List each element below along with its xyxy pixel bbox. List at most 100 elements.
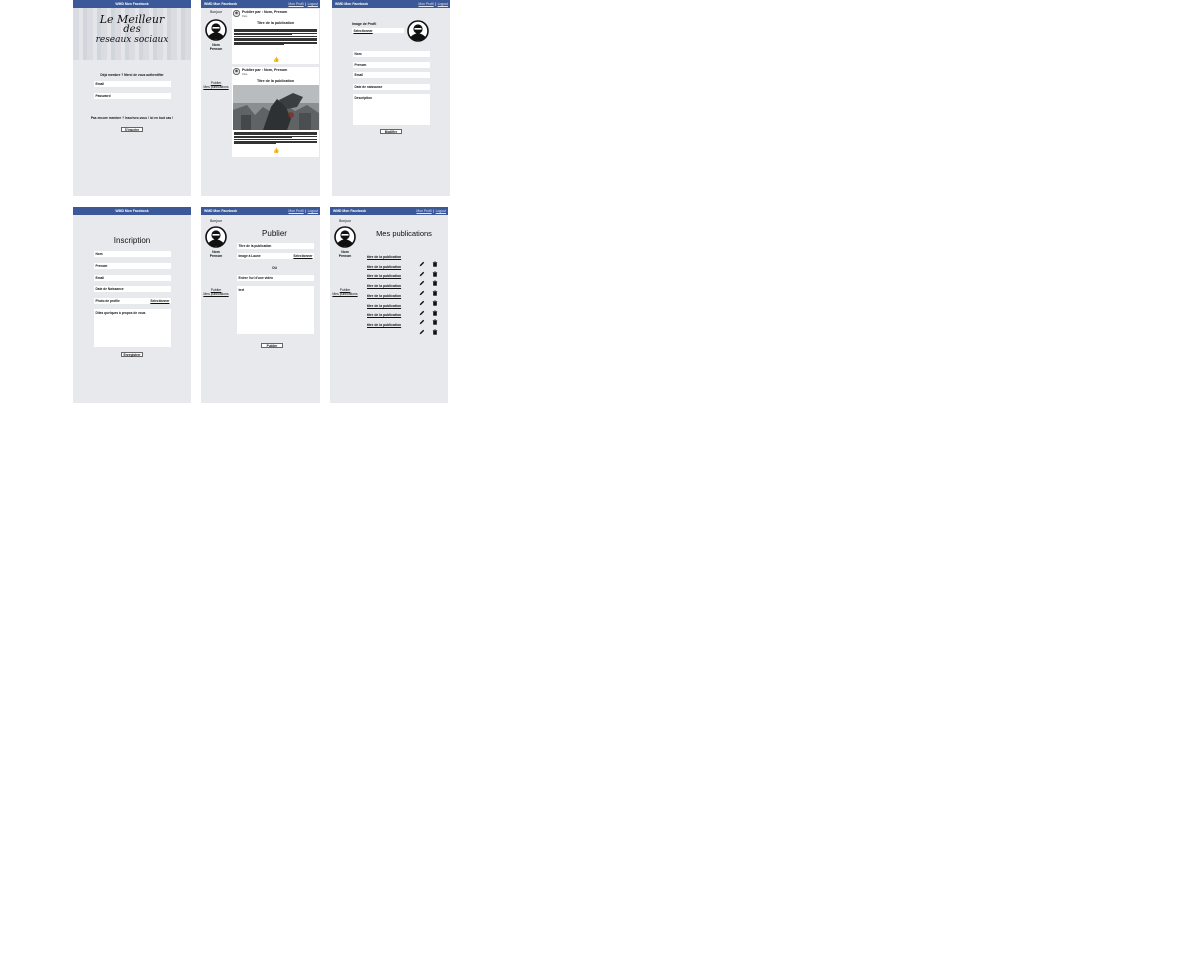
- logo-line-2: des: [123, 24, 141, 35]
- author-avatar-icon: [233, 68, 240, 75]
- like-button[interactable]: 👍: [273, 148, 279, 154]
- surname-label: Prenom: [209, 254, 223, 258]
- edit-button[interactable]: [419, 303, 425, 315]
- publication-item[interactable]: titre de la publication: [367, 284, 401, 288]
- app-brand[interactable]: WMD Mon Facebook: [335, 0, 368, 8]
- edit-button[interactable]: [419, 273, 425, 286]
- avatar-icon: [205, 226, 227, 248]
- birthdate-field[interactable]: Date de Naissance: [94, 286, 171, 292]
- greeting: Bonjour: [339, 219, 351, 223]
- page-title: Inscription: [113, 236, 151, 245]
- profile-link[interactable]: Mon Profil: [418, 2, 433, 6]
- logout-link[interactable]: Logout: [438, 2, 448, 6]
- nav-separator: |: [435, 2, 437, 6]
- post-title: Titre de la publication: [256, 79, 295, 83]
- modify-button[interactable]: Modifier: [380, 129, 402, 134]
- signup-button[interactable]: S'inscrire: [121, 127, 143, 132]
- app-brand[interactable]: WMD Mon Facebook: [333, 207, 366, 215]
- email-field[interactable]: Email: [94, 275, 171, 281]
- edit-button[interactable]: [419, 264, 425, 276]
- birthdate-field[interactable]: Date de naissance: [353, 84, 430, 90]
- password-field[interactable]: Password: [94, 93, 171, 99]
- pencil-icon: [419, 322, 425, 339]
- top-bar: WMD Mon Facebook Mon Profil | Logout: [201, 0, 320, 8]
- profile-link[interactable]: Mon Profil: [288, 2, 303, 6]
- author-avatar-icon: [233, 10, 240, 17]
- publication-item[interactable]: titre de la publication: [367, 294, 401, 298]
- select-image-button[interactable]: Selectionner: [293, 253, 312, 259]
- delete-button[interactable]: [432, 322, 438, 335]
- photo-label: Photo de profile: [95, 299, 120, 303]
- edit-button[interactable]: [419, 322, 425, 335]
- edit-button[interactable]: [419, 254, 425, 267]
- profile-image-label: Image de Profil: [352, 22, 377, 26]
- logout-link[interactable]: Logout: [308, 209, 318, 213]
- delete-button[interactable]: [432, 303, 438, 316]
- avatar-icon: [407, 20, 429, 42]
- photo-field[interactable]: Photo de profile Selectionner: [94, 298, 171, 304]
- sidebar-item-my-publications[interactable]: Mes publications: [330, 292, 360, 296]
- surname-field[interactable]: Prenom: [353, 62, 430, 68]
- publication-item[interactable]: titre de la publication: [367, 304, 401, 308]
- delete-button[interactable]: [432, 293, 438, 306]
- signup-prompt: Pas encore membre ? Inscrivez-vous ! ici…: [90, 116, 174, 120]
- sidebar: Bonjour: [330, 219, 360, 223]
- post-title: Titre de la publication: [256, 21, 295, 25]
- delete-button[interactable]: [432, 264, 438, 277]
- profile-link[interactable]: Mon Profil: [288, 209, 303, 213]
- top-bar: WMD Mon Facebook: [73, 0, 191, 8]
- feed-screen: WMD Mon Facebook Mon Profil | Logout Bonjo…: [201, 0, 320, 196]
- email-field[interactable]: Email: [353, 72, 430, 78]
- logout-link[interactable]: Logout: [436, 209, 446, 213]
- title-field[interactable]: Titre de la publication: [237, 243, 314, 249]
- delete-button[interactable]: [432, 273, 438, 287]
- register-button[interactable]: Enregistrer: [121, 352, 143, 357]
- publish-button[interactable]: Publier: [261, 343, 283, 348]
- logo: Le Meilleur des reseaux sociaux: [73, 14, 191, 45]
- app-brand[interactable]: WMD Mon Facebook: [73, 0, 191, 8]
- greeting: Bonjour: [210, 10, 222, 14]
- sidebar: Bonjour: [201, 219, 231, 223]
- text-field[interactable]: text: [237, 286, 314, 334]
- page-title: Mes publications: [376, 229, 432, 238]
- surname-field[interactable]: Prenom: [94, 263, 171, 269]
- video-url-field[interactable]: Entrer l'url d'une vidéo: [237, 275, 314, 281]
- like-button[interactable]: 👍: [273, 57, 279, 63]
- app-brand[interactable]: WMD Mon Facebook: [204, 207, 237, 215]
- login-screen: WMD Mon Facebook Le Meilleur des reseaux…: [73, 0, 191, 196]
- sidebar-item-my-publications[interactable]: Mes publications: [201, 85, 231, 89]
- post-body: [234, 28, 317, 46]
- surname-label: Prenom: [209, 47, 223, 51]
- profile-image-field[interactable]: Selectionner: [352, 28, 404, 33]
- publication-item[interactable]: titre de la publication: [367, 323, 401, 327]
- app-brand[interactable]: WMD Mon Facebook: [73, 207, 191, 215]
- name-field[interactable]: Nom: [94, 251, 171, 257]
- description-field[interactable]: Description: [353, 94, 430, 125]
- delete-button[interactable]: [432, 283, 438, 296]
- select-image-button[interactable]: Selectionner: [354, 29, 373, 33]
- logout-link[interactable]: Logout: [308, 2, 318, 6]
- delete-button[interactable]: [432, 312, 438, 325]
- edit-button[interactable]: [419, 312, 425, 325]
- page-title: Publier: [262, 229, 287, 238]
- nav-separator: |: [433, 209, 435, 213]
- image-field[interactable]: Image à Laune Selectionner: [237, 253, 314, 259]
- profile-link[interactable]: Mon Profil: [416, 209, 431, 213]
- or-label: OU: [272, 266, 277, 270]
- delete-button[interactable]: [432, 254, 438, 267]
- name-field[interactable]: Nom: [353, 51, 430, 57]
- sidebar-item-my-publications[interactable]: Mes publications: [201, 292, 231, 296]
- publication-item[interactable]: titre de la publication: [367, 265, 401, 269]
- app-brand[interactable]: WMD Mon Facebook: [204, 0, 237, 8]
- edit-button[interactable]: [419, 283, 425, 296]
- edit-button[interactable]: [419, 293, 425, 306]
- post-date: Date: [242, 72, 248, 76]
- email-field[interactable]: Email: [94, 81, 171, 87]
- select-photo-button[interactable]: Selectionner: [150, 298, 169, 304]
- user-name: Nom Prenom: [201, 250, 231, 258]
- publication-item[interactable]: titre de la publication: [367, 313, 401, 317]
- publication-item[interactable]: titre de la publication: [367, 255, 401, 259]
- sidebar-links: Publier Mes publications: [201, 288, 231, 296]
- about-field[interactable]: Dites quelques à propos de vous: [94, 309, 171, 347]
- publication-item[interactable]: titre de la publication: [367, 274, 401, 278]
